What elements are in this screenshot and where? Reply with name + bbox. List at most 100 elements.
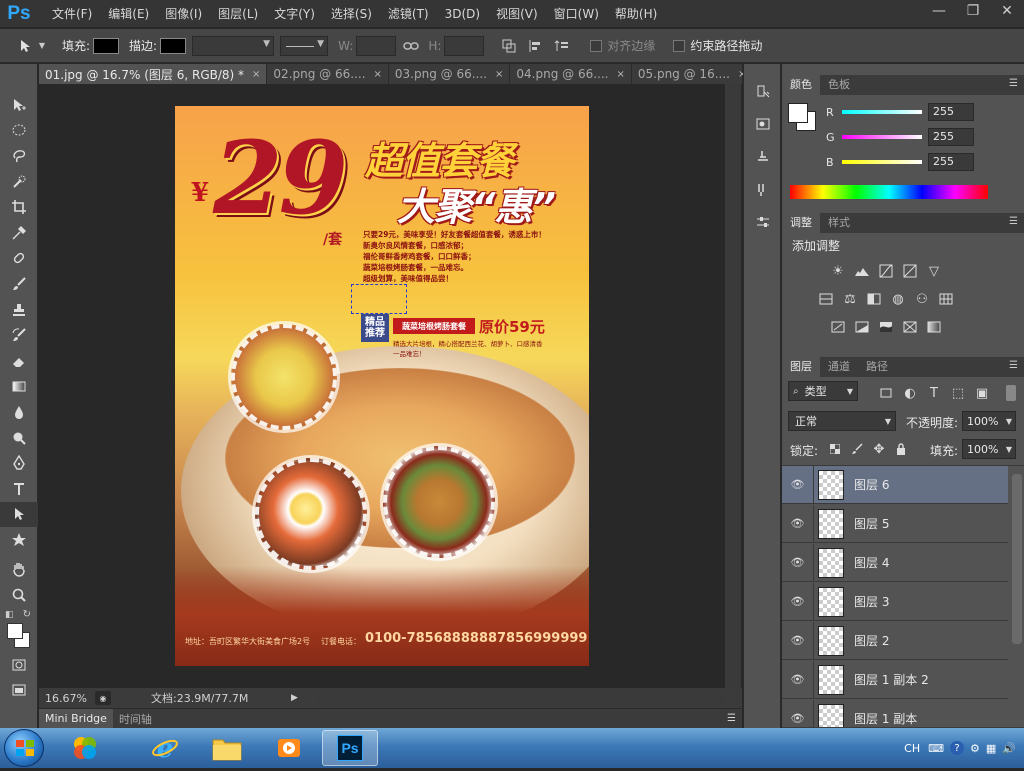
levels-icon[interactable] bbox=[850, 261, 874, 281]
lock-all-icon[interactable] bbox=[892, 439, 910, 459]
layer-row-3[interactable]: 👁 图层 3 bbox=[782, 582, 1008, 621]
network-icon[interactable]: ▦ bbox=[986, 742, 996, 755]
exposure-icon[interactable] bbox=[898, 261, 922, 281]
tab-timeline[interactable]: 时间轴 bbox=[113, 709, 158, 729]
lock-pixels-icon[interactable] bbox=[848, 439, 866, 459]
layer-row-6[interactable]: 👁 图层 6 bbox=[782, 466, 1008, 504]
tab-channels[interactable]: 通道 bbox=[820, 357, 858, 377]
threshold-icon[interactable] bbox=[874, 317, 898, 337]
taskbar-media-player[interactable] bbox=[262, 730, 316, 766]
path-alignment-icon[interactable] bbox=[524, 35, 546, 57]
layer-row-1-copy[interactable]: 👁 图层 1 副本 bbox=[782, 699, 1008, 727]
layer-row-1-copy-2[interactable]: 👁 图层 1 副本 2 bbox=[782, 660, 1008, 699]
direct-selection-tool-icon[interactable] bbox=[0, 501, 38, 528]
help-icon[interactable]: ? bbox=[950, 741, 965, 755]
info-panel-icon[interactable] bbox=[744, 142, 782, 170]
eye-icon[interactable]: 👁 bbox=[782, 660, 814, 699]
status-menu-icon[interactable]: ◉ bbox=[95, 691, 111, 705]
foreground-color-swatch[interactable] bbox=[7, 622, 23, 639]
brightness-icon[interactable]: ☀ bbox=[826, 261, 850, 281]
eyedropper-tool-icon[interactable] bbox=[0, 220, 38, 246]
volume-icon[interactable]: 🔊 bbox=[1002, 742, 1016, 755]
stroke-width-dropdown[interactable]: ▼ bbox=[192, 35, 275, 56]
tab-layers[interactable]: 图层 bbox=[782, 357, 820, 377]
move-tool-icon[interactable] bbox=[0, 92, 38, 118]
restore-button[interactable]: ❐ bbox=[956, 0, 990, 22]
history-panel-icon[interactable] bbox=[744, 78, 782, 106]
marquee-tool-icon[interactable] bbox=[0, 118, 38, 144]
panel-menu-icon[interactable]: ☰ bbox=[1009, 78, 1018, 89]
tab-document-03[interactable]: 03.png @ 66.... × bbox=[389, 64, 511, 84]
foreground-color-swatch[interactable] bbox=[788, 103, 808, 123]
language-indicator[interactable]: CH bbox=[904, 742, 920, 755]
close-icon[interactable]: × bbox=[252, 69, 260, 80]
brush-presets-icon[interactable] bbox=[744, 176, 782, 204]
red-slider[interactable]: R 255 bbox=[826, 103, 974, 121]
gradient-tool-icon[interactable] bbox=[0, 374, 38, 400]
healing-brush-tool-icon[interactable] bbox=[0, 246, 38, 272]
blue-value-input[interactable]: 255 bbox=[928, 153, 974, 171]
layer-row-4[interactable]: 👁 图层 4 bbox=[782, 543, 1008, 582]
tab-adjustments[interactable]: 调整 bbox=[782, 213, 820, 233]
properties-panel-icon[interactable] bbox=[744, 110, 782, 138]
menu-3d[interactable]: 3D(D) bbox=[437, 0, 488, 28]
tab-mini-bridge[interactable]: Mini Bridge bbox=[39, 708, 113, 729]
blend-mode-dropdown[interactable]: 正常 ▼ bbox=[788, 411, 896, 431]
close-button[interactable]: ✕ bbox=[990, 0, 1024, 22]
pen-tool-icon[interactable] bbox=[0, 450, 38, 476]
close-icon[interactable]: × bbox=[374, 69, 382, 80]
tab-color[interactable]: 颜色 bbox=[782, 75, 820, 95]
blur-tool-icon[interactable] bbox=[0, 399, 38, 425]
clone-stamp-tool-icon[interactable] bbox=[0, 297, 38, 323]
channel-mixer-icon[interactable]: ⚇ bbox=[910, 289, 934, 309]
eye-icon[interactable]: 👁 bbox=[782, 699, 814, 727]
color-balance-icon[interactable]: ⚖ bbox=[838, 289, 862, 309]
invert-icon[interactable] bbox=[826, 317, 850, 337]
eraser-tool-icon[interactable] bbox=[0, 348, 38, 374]
black-white-icon[interactable] bbox=[862, 289, 886, 309]
red-value-input[interactable]: 255 bbox=[928, 103, 974, 121]
link-icon[interactable] bbox=[400, 35, 422, 57]
start-button[interactable] bbox=[4, 729, 44, 767]
tab-document-04[interactable]: 04.png @ 66.... × bbox=[510, 64, 632, 84]
lock-position-icon[interactable]: ✥ bbox=[870, 439, 888, 459]
horizontal-scrollbar[interactable] bbox=[318, 690, 725, 706]
constrain-path-checkbox[interactable] bbox=[673, 39, 686, 52]
tab-document-05[interactable]: 05.png @ 16....× bbox=[632, 64, 754, 84]
menu-select[interactable]: 选择(S) bbox=[323, 0, 380, 28]
pixel-filter-icon[interactable] bbox=[876, 383, 896, 403]
quick-select-tool-icon[interactable] bbox=[0, 169, 38, 195]
curves-icon[interactable] bbox=[874, 261, 898, 281]
tab-document-01[interactable]: 01.jpg @ 16.7% (图层 6, RGB/8) * × bbox=[39, 64, 268, 84]
width-input[interactable] bbox=[356, 35, 397, 56]
swap-colors-icon[interactable]: ↻ bbox=[23, 609, 31, 620]
menu-layer[interactable]: 图层(L) bbox=[210, 0, 266, 28]
align-edges-checkbox[interactable] bbox=[590, 39, 603, 52]
eye-icon[interactable]: 👁 bbox=[782, 543, 814, 582]
green-track[interactable] bbox=[842, 135, 922, 139]
blue-track[interactable] bbox=[842, 160, 922, 164]
close-icon[interactable]: × bbox=[495, 69, 503, 80]
history-brush-tool-icon[interactable] bbox=[0, 322, 38, 348]
close-icon[interactable]: × bbox=[616, 69, 624, 80]
tab-paths[interactable]: 路径 bbox=[858, 357, 896, 377]
crop-tool-icon[interactable] bbox=[0, 194, 38, 220]
brush-tool-icon[interactable] bbox=[0, 271, 38, 297]
quick-mask-icon[interactable] bbox=[0, 652, 38, 678]
hue-saturation-icon[interactable] bbox=[814, 289, 838, 309]
play-arrow-icon[interactable]: ▶ bbox=[291, 693, 298, 703]
taskbar-photos-app[interactable] bbox=[58, 730, 112, 766]
menu-view[interactable]: 视图(V) bbox=[488, 0, 546, 28]
green-value-input[interactable]: 255 bbox=[928, 128, 974, 146]
photo-filter-icon[interactable]: ◍ bbox=[886, 289, 910, 309]
blue-slider[interactable]: B 255 bbox=[826, 153, 974, 171]
hand-tool-icon[interactable] bbox=[0, 557, 38, 583]
selective-color-icon[interactable] bbox=[898, 317, 922, 337]
eye-icon[interactable]: 👁 bbox=[782, 466, 814, 504]
panel-menu-icon[interactable]: ☰ bbox=[1009, 216, 1018, 227]
color-spectrum[interactable] bbox=[790, 185, 988, 199]
vibrance-icon[interactable]: ▽ bbox=[922, 261, 946, 281]
color-lookup-icon[interactable] bbox=[934, 289, 958, 309]
keyboard-icon[interactable]: ⌨ bbox=[928, 742, 944, 755]
red-track[interactable] bbox=[842, 110, 922, 114]
